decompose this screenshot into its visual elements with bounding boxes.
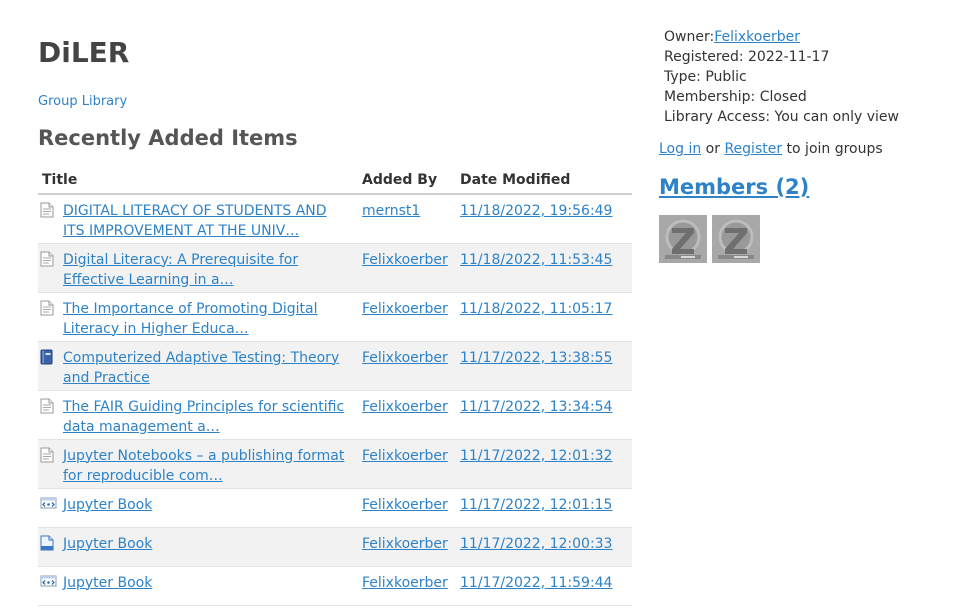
title-cell: Computerized Adaptive Testing: Theory an…	[38, 341, 358, 390]
member-avatars	[659, 215, 760, 263]
join-groups-text: Log in or Register to join groups	[659, 141, 883, 157]
added-by-link[interactable]: Felixkoerber	[362, 575, 448, 591]
table-row: Jupyter Book Felixkoerber 11/17/2022, 12:0…	[38, 488, 632, 527]
added-by-cell: Felixkoerber	[358, 243, 456, 292]
column-header-title[interactable]: Title	[38, 171, 358, 195]
date-modified-link[interactable]: 11/17/2022, 13:38:55	[460, 350, 612, 366]
webpage-icon	[40, 496, 58, 516]
added-by-link[interactable]: Felixkoerber	[362, 399, 448, 415]
table-row: Jupyter Book Felixkoerber 11/17/2022, 12:0…	[38, 527, 632, 566]
added-by-cell: Felixkoerber	[358, 527, 456, 566]
added-by-cell: Felixkoerber	[358, 292, 456, 341]
table-row: Jupyter Book Felixkoerber 11/17/2022, 11:5…	[38, 566, 632, 605]
title-cell: Digital Literacy: A Prerequisite for Eff…	[38, 243, 358, 292]
date-modified-cell: 11/18/2022, 11:05:17	[456, 292, 632, 341]
title-cell: Jupyter Book	[38, 566, 358, 605]
added-by-link[interactable]: Felixkoerber	[362, 536, 448, 552]
item-title-link[interactable]: Digital Literacy: A Prerequisite for Eff…	[63, 250, 350, 290]
or-text: or	[701, 141, 725, 157]
item-title-link[interactable]: Jupyter Book	[63, 534, 152, 554]
added-by-link[interactable]: Felixkoerber	[362, 301, 448, 317]
register-link[interactable]: Register	[724, 141, 782, 157]
date-modified-link[interactable]: 11/17/2022, 12:01:15	[460, 497, 612, 513]
added-by-cell: Felixkoerber	[358, 566, 456, 605]
item-title-link[interactable]: Jupyter Notebooks – a publishing format …	[63, 446, 350, 486]
table-row: Computerized Adaptive Testing: Theory an…	[38, 341, 632, 390]
added-by-link[interactable]: Felixkoerber	[362, 497, 448, 513]
table-row: The Importance of Promoting Digital Lite…	[38, 292, 632, 341]
item-title-link[interactable]: The FAIR Guiding Principles for scientif…	[63, 397, 350, 437]
membership-line: Membership: Closed	[664, 89, 807, 105]
added-by-link[interactable]: mernst1	[362, 203, 420, 219]
item-title-link[interactable]: Jupyter Book	[63, 495, 152, 515]
title-cell: Jupyter Book	[38, 488, 358, 527]
owner-label: Owner:	[664, 29, 715, 45]
added-by-cell: Felixkoerber	[358, 341, 456, 390]
added-by-cell: mernst1	[358, 194, 456, 243]
date-modified-link[interactable]: 11/18/2022, 11:05:17	[460, 301, 612, 317]
recent-items-body: DIGITAL LITERACY OF STUDENTS AND ITS IMP…	[38, 194, 632, 605]
table-row: Digital Literacy: A Prerequisite for Eff…	[38, 243, 632, 292]
table-row: The FAIR Guiding Principles for scientif…	[38, 390, 632, 439]
item-title-link[interactable]: DIGITAL LITERACY OF STUDENTS AND ITS IMP…	[63, 201, 350, 241]
library-access-line: Library Access: You can only view	[664, 109, 899, 125]
title-cell: DIGITAL LITERACY OF STUDENTS AND ITS IMP…	[38, 194, 358, 243]
owner-link[interactable]: Felixkoerber	[714, 29, 800, 45]
item-title-link[interactable]: The Importance of Promoting Digital Lite…	[63, 299, 350, 339]
member-avatar[interactable]	[712, 215, 760, 263]
date-modified-cell: 11/17/2022, 12:01:32	[456, 439, 632, 488]
table-header-row: Title Added By Date Modified	[38, 171, 632, 195]
added-by-cell: Felixkoerber	[358, 488, 456, 527]
group-title: DiLER	[38, 36, 130, 69]
added-by-cell: Felixkoerber	[358, 439, 456, 488]
date-modified-link[interactable]: 11/17/2022, 13:34:54	[460, 399, 612, 415]
type-line: Type: Public	[664, 69, 747, 85]
date-modified-cell: 11/17/2022, 11:59:44	[456, 566, 632, 605]
document-icon	[40, 202, 58, 224]
date-modified-link[interactable]: 11/18/2022, 19:56:49	[460, 203, 612, 219]
date-modified-cell: 11/18/2022, 19:56:49	[456, 194, 632, 243]
owner-line: Owner:Felixkoerber	[664, 27, 899, 47]
date-modified-cell: 11/18/2022, 11:53:45	[456, 243, 632, 292]
blue-document-icon	[40, 535, 58, 557]
added-by-link[interactable]: Felixkoerber	[362, 350, 448, 366]
title-cell: Jupyter Book	[38, 527, 358, 566]
registered-line: Registered: 2022-11-17	[664, 49, 830, 65]
column-header-added-by[interactable]: Added By	[358, 171, 456, 195]
document-icon	[40, 447, 58, 469]
column-header-date-modified[interactable]: Date Modified	[456, 171, 632, 195]
added-by-link[interactable]: Felixkoerber	[362, 252, 448, 268]
group-metadata: Owner:Felixkoerber Registered: 2022-11-1…	[664, 27, 899, 127]
date-modified-cell: 11/17/2022, 12:00:33	[456, 527, 632, 566]
table-row: DIGITAL LITERACY OF STUDENTS AND ITS IMP…	[38, 194, 632, 243]
document-icon	[40, 300, 58, 322]
date-modified-link[interactable]: 11/18/2022, 11:53:45	[460, 252, 612, 268]
login-link[interactable]: Log in	[659, 141, 701, 157]
date-modified-link[interactable]: 11/17/2022, 11:59:44	[460, 575, 612, 591]
book-icon	[40, 349, 58, 371]
title-cell: The FAIR Guiding Principles for scientif…	[38, 390, 358, 439]
recent-items-table: Title Added By Date Modified DIGITAL LIT…	[38, 171, 632, 606]
date-modified-cell: 11/17/2022, 13:38:55	[456, 341, 632, 390]
webpage-icon	[40, 574, 58, 594]
title-cell: The Importance of Promoting Digital Lite…	[38, 292, 358, 341]
item-title-link[interactable]: Jupyter Book	[63, 573, 152, 593]
group-library-link[interactable]: Group Library	[38, 94, 127, 109]
document-icon	[40, 398, 58, 420]
item-title-link[interactable]: Computerized Adaptive Testing: Theory an…	[63, 348, 350, 388]
title-cell: Jupyter Notebooks – a publishing format …	[38, 439, 358, 488]
date-modified-cell: 11/17/2022, 12:01:15	[456, 488, 632, 527]
join-groups-suffix: to join groups	[782, 141, 883, 157]
date-modified-link[interactable]: 11/17/2022, 12:00:33	[460, 536, 612, 552]
document-icon	[40, 251, 58, 273]
table-row: Jupyter Notebooks – a publishing format …	[38, 439, 632, 488]
added-by-cell: Felixkoerber	[358, 390, 456, 439]
recently-added-heading: Recently Added Items	[38, 126, 298, 150]
members-heading-link[interactable]: Members (2)	[659, 175, 809, 199]
added-by-link[interactable]: Felixkoerber	[362, 448, 448, 464]
date-modified-link[interactable]: 11/17/2022, 12:01:32	[460, 448, 612, 464]
member-avatar[interactable]	[659, 215, 707, 263]
date-modified-cell: 11/17/2022, 13:34:54	[456, 390, 632, 439]
